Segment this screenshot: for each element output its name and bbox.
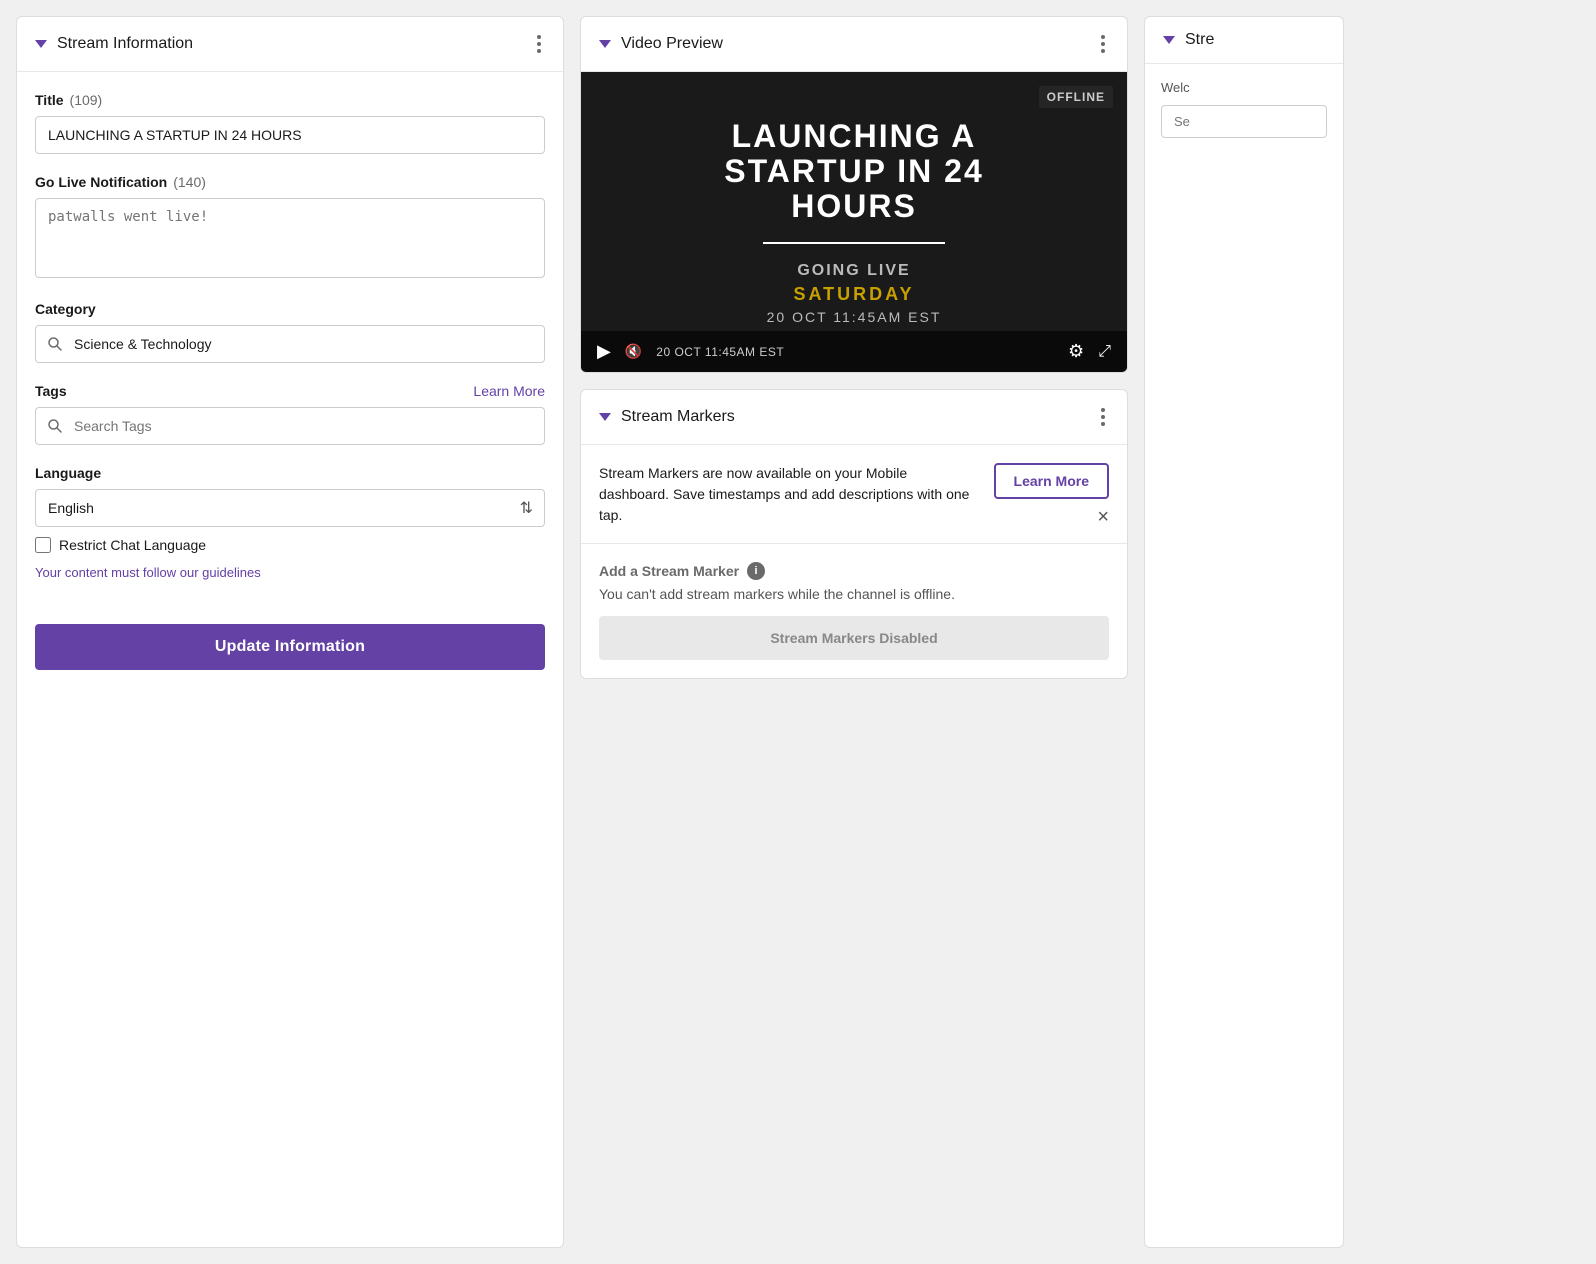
info-icon[interactable]: i <box>747 562 765 580</box>
stream-info-header-left: Stream Information <box>35 35 193 53</box>
go-live-count: (140) <box>173 174 206 190</box>
settings-icon[interactable]: ⚙ <box>1068 341 1084 362</box>
offline-badge: OFFLINE <box>1039 86 1113 108</box>
restrict-chat-label: Restrict Chat Language <box>59 537 206 553</box>
stream-markers-disabled-button: Stream Markers Disabled <box>599 616 1109 660</box>
tags-label: Tags <box>35 383 67 399</box>
markers-learn-more-button[interactable]: Learn More <box>994 463 1109 499</box>
add-marker-title: Add a Stream Marker i <box>599 562 1109 580</box>
category-label: Category <box>35 301 545 317</box>
stream-markers-dots-menu[interactable] <box>1097 404 1109 430</box>
category-field-group: Category <box>35 301 545 363</box>
language-select[interactable]: English French Spanish German Japanese <box>35 489 545 527</box>
go-live-textarea[interactable] <box>35 198 545 278</box>
go-live-field-group: Go Live Notification (140) <box>35 174 545 281</box>
saturday-text: SATURDAY <box>724 284 984 305</box>
offline-notice: You can't add stream markers while the c… <box>599 586 1109 602</box>
stream-info-header: Stream Information <box>17 17 563 72</box>
right-search-input[interactable] <box>1161 105 1327 138</box>
right-panel-header-left: Stre <box>1163 31 1214 49</box>
video-preview-header: Video Preview <box>581 17 1127 72</box>
stream-markers-header-left: Stream Markers <box>599 408 735 426</box>
stream-markers-header: Stream Markers <box>581 390 1127 445</box>
stream-info-dots-menu[interactable] <box>533 31 545 57</box>
restrict-chat-checkbox[interactable] <box>35 537 51 553</box>
tags-label-row: Tags Learn More <box>35 383 545 399</box>
title-input[interactable] <box>35 116 545 154</box>
right-panel-header: Stre <box>1145 17 1343 64</box>
mute-icon[interactable]: 🔇 <box>625 343 642 360</box>
add-marker-section: Add a Stream Marker i You can't add stre… <box>581 543 1127 678</box>
tags-input[interactable] <box>35 407 545 445</box>
update-information-button[interactable]: Update Information <box>35 624 545 670</box>
video-thumbnail: OFFLINE LAUNCHING A STARTUP IN 24 HOURS … <box>581 72 1127 372</box>
video-controls: ▶ 🔇 20 OCT 11:45AM EST ⚙ ⤢ <box>581 331 1127 372</box>
markers-info-actions: Learn More × <box>994 463 1109 527</box>
language-field-group: Language English French Spanish German J… <box>35 465 545 580</box>
stream-markers-panel: Stream Markers Stream Markers are now av… <box>580 389 1128 679</box>
stream-info-panel: Stream Information Title (109) Go Live N… <box>16 16 564 1248</box>
video-preview-dots-menu[interactable] <box>1097 31 1109 57</box>
video-title-line1: LAUNCHING A STARTUP IN 24 HOURS <box>724 119 984 225</box>
going-live-text: GOING LIVE <box>724 262 984 280</box>
stream-info-title: Stream Information <box>57 35 193 53</box>
middle-column: Video Preview OFFLINE LAUNCHING A STARTU… <box>580 16 1128 1248</box>
video-thumbnail-content: LAUNCHING A STARTUP IN 24 HOURS GOING LI… <box>704 99 1004 346</box>
right-chevron-icon <box>1163 36 1175 44</box>
chevron-down-icon <box>35 40 47 48</box>
tags-search-icon <box>47 418 63 434</box>
go-live-label: Go Live Notification (140) <box>35 174 545 190</box>
stream-info-body: Title (109) Go Live Notification (140) C… <box>17 72 563 690</box>
markers-close-button[interactable]: × <box>1097 507 1109 527</box>
video-preview-title: Video Preview <box>621 35 723 53</box>
category-search-icon <box>47 336 63 352</box>
video-time-text: 20 OCT 11:45AM EST <box>656 345 1054 359</box>
play-icon[interactable]: ▶ <box>597 341 611 362</box>
title-label: Title (109) <box>35 92 545 108</box>
right-panel: Stre Welc <box>1144 16 1344 1248</box>
restrict-chat-row: Restrict Chat Language <box>35 537 545 553</box>
video-chevron-icon <box>599 40 611 48</box>
tags-field-group: Tags Learn More <box>35 383 545 445</box>
category-input[interactable] <box>35 325 545 363</box>
language-select-wrapper: English French Spanish German Japanese ⇅ <box>35 489 545 527</box>
title-field-group: Title (109) <box>35 92 545 154</box>
guidelines-link[interactable]: Your content must follow our guidelines <box>35 565 545 580</box>
right-panel-body: Welc <box>1145 64 1343 154</box>
language-label: Language <box>35 465 545 481</box>
markers-chevron-icon <box>599 413 611 421</box>
date-text: 20 OCT 11:45AM EST <box>724 309 984 325</box>
video-divider <box>763 242 945 244</box>
fullscreen-icon[interactable]: ⤢ <box>1098 343 1111 361</box>
right-panel-title: Stre <box>1185 31 1214 49</box>
video-preview-panel: Video Preview OFFLINE LAUNCHING A STARTU… <box>580 16 1128 373</box>
video-preview-header-left: Video Preview <box>599 35 723 53</box>
right-panel-text: Welc <box>1161 80 1327 95</box>
tags-learn-more-link[interactable]: Learn More <box>473 383 545 399</box>
markers-info-text: Stream Markers are now available on your… <box>599 463 974 526</box>
category-search-wrapper <box>35 325 545 363</box>
tags-search-wrapper <box>35 407 545 445</box>
stream-markers-title: Stream Markers <box>621 408 735 426</box>
markers-info-box: Stream Markers are now available on your… <box>581 445 1127 527</box>
title-count: (109) <box>70 92 103 108</box>
